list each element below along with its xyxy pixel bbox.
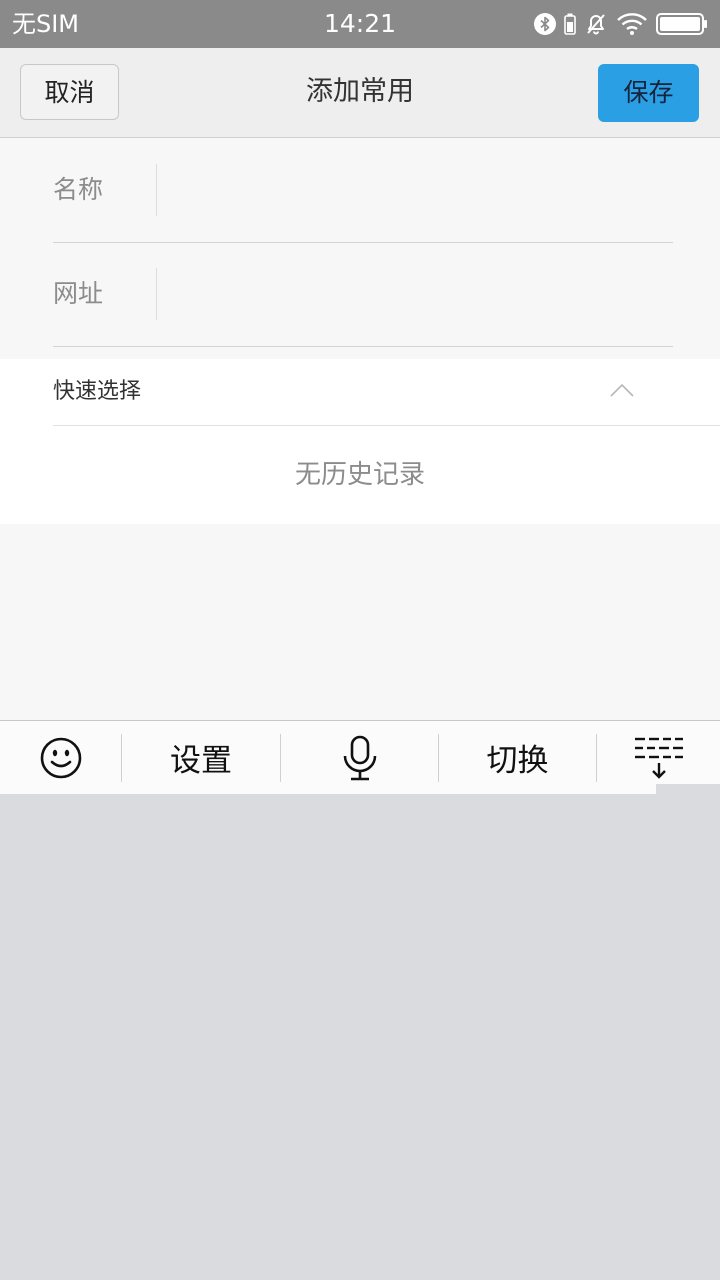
settings-button[interactable]: 设置 — [122, 721, 280, 794]
mute-bell-icon — [587, 14, 605, 35]
battery-icon — [656, 13, 707, 35]
name-row: 名称 — [53, 138, 673, 243]
name-input[interactable] — [173, 164, 667, 218]
switch-label: 切换 — [486, 743, 549, 779]
url-row: 网址 — [53, 242, 673, 347]
battery-saver-icon — [564, 13, 576, 35]
keyboard-area[interactable] — [0, 794, 720, 1280]
status-icons — [534, 10, 708, 38]
name-divider — [156, 164, 157, 216]
emoji-button[interactable] — [0, 721, 121, 794]
url-label: 网址 — [53, 279, 104, 308]
quick-select-panel: 快速选择 无历史记录 — [0, 359, 720, 524]
page-title: 添加常用 — [306, 76, 414, 107]
empty-history-text: 无历史记录 — [294, 460, 425, 490]
quick-select-header[interactable]: 快速选择 — [53, 359, 720, 426]
header: 取消 添加常用 保存 — [0, 48, 720, 138]
settings-label: 设置 — [170, 743, 232, 779]
name-label: 名称 — [53, 175, 104, 204]
keyboard-toolbar: 设置 切换 — [0, 720, 720, 795]
bluetooth-icon — [534, 13, 556, 35]
emoji-icon — [40, 737, 81, 778]
keyboard-edge — [656, 784, 720, 794]
wifi-icon — [617, 13, 647, 35]
chevron-up-icon[interactable] — [610, 383, 634, 397]
quick-select-title: 快速选择 — [53, 379, 142, 404]
voice-input-button[interactable] — [281, 721, 438, 794]
save-button[interactable]: 保存 — [598, 64, 699, 122]
microphone-icon — [343, 735, 376, 780]
url-divider — [156, 268, 157, 320]
url-input[interactable] — [173, 268, 667, 322]
status-bar: 无SIM 14:21 — [0, 0, 720, 48]
keyboard-collapse-icon — [634, 737, 683, 779]
switch-keyboard-button[interactable]: 切换 — [439, 721, 596, 794]
cancel-button[interactable]: 取消 — [20, 64, 119, 120]
